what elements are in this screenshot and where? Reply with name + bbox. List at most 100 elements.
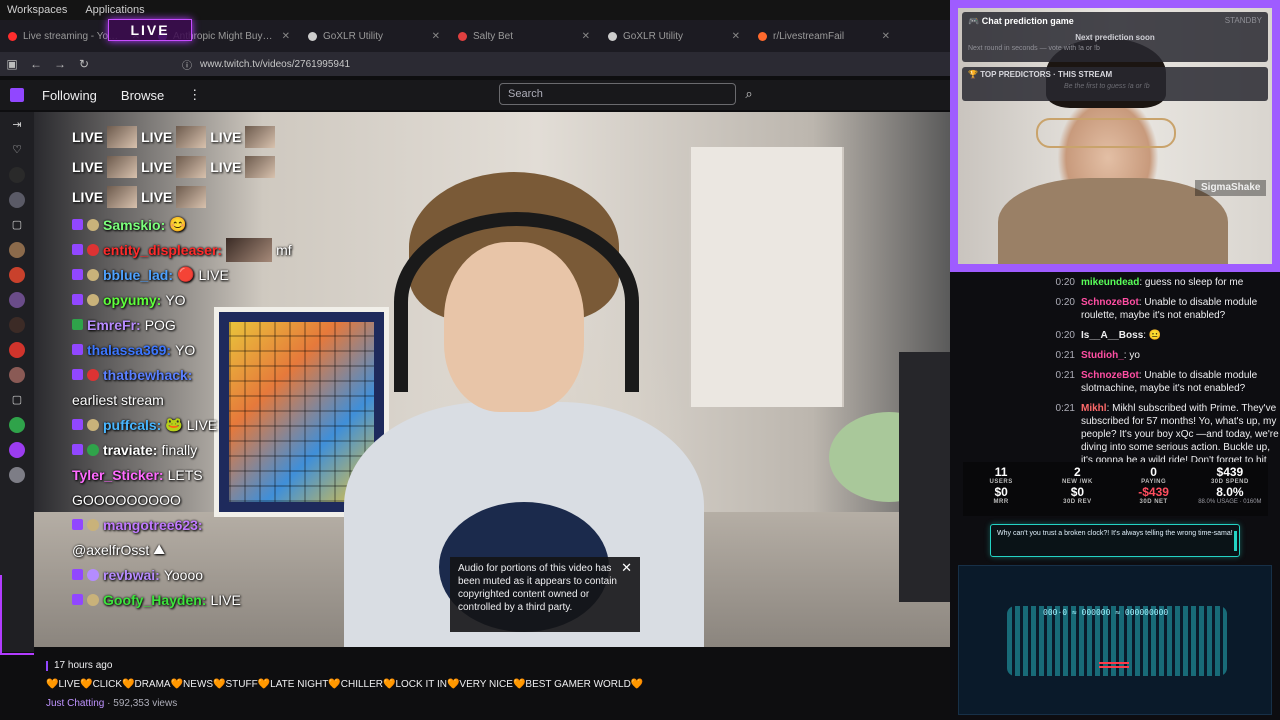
video-scene-door: [689, 147, 844, 407]
emote-icon: ⛰: [153, 541, 165, 557]
browser-tab[interactable]: GoXLR Utility ✕: [300, 23, 450, 49]
emote-icon: 😐: [1148, 330, 1162, 341]
url-field[interactable]: ⓘ www.twitch.tv/videos/2761995941: [182, 57, 350, 72]
channel-avatar[interactable]: [0, 237, 34, 262]
joke-ticker: Why can't you trust a broken clock?! It'…: [990, 524, 1240, 557]
chat-badge-icon: [87, 418, 99, 431]
prediction-status: STANDBY: [1224, 16, 1262, 25]
chat-message: earliest stream: [72, 391, 164, 408]
browser-tab[interactable]: r/LivestreamFail ✕: [750, 23, 900, 49]
channel-avatar[interactable]: [0, 412, 34, 437]
emote-spam-row: LIVE LIVE: [72, 182, 372, 212]
more-menu-icon[interactable]: ⋮: [188, 87, 201, 103]
chat-badge-icon: [87, 518, 99, 531]
chat-badge-icon: [87, 218, 99, 231]
chat-message: puffcals: 🐸 LIVE: [72, 412, 372, 437]
channel-avatar[interactable]: [0, 337, 34, 362]
chat-badge-icon: [72, 569, 83, 580]
twitch-side-nav: ⇥ ♡ ▢ ▢: [0, 112, 34, 652]
cam-username-label: SigmaShake: [1195, 180, 1267, 196]
channel-avatar[interactable]: [0, 162, 34, 187]
saltybet-favicon-icon: [458, 31, 467, 41]
muted-audio-notice: Audio for portions of this video has bee…: [450, 557, 640, 632]
keyboard-key-highlight: [1099, 662, 1129, 664]
chat-badge-icon: [87, 293, 99, 306]
chat-message: Tyler_Sticker: LETS: [72, 466, 203, 483]
sidebar-glow-border: [0, 575, 34, 655]
video-info: 17 hours ago 🧡LIVE🧡CLICK🧡DRAMA🧡NEWS🧡STUF…: [34, 652, 950, 720]
close-tab-icon[interactable]: ✕: [282, 31, 290, 42]
chat-badge-icon: [72, 519, 83, 530]
stat-paying: 0 PAYING -$439 30D NET: [1138, 465, 1169, 505]
following-link[interactable]: Following: [42, 88, 97, 103]
applications-menu[interactable]: Applications: [85, 4, 144, 16]
chat-message: 0:20 mikeundead: guess no sleep for me: [1055, 277, 1244, 288]
live-overlay-badge: LIVE: [108, 19, 192, 41]
close-tab-icon[interactable]: ✕: [732, 31, 740, 42]
top-predictors-widget: 🏆 TOP PREDICTORS · THIS STREAM Be the fi…: [962, 67, 1268, 101]
close-tab-icon[interactable]: ✕: [432, 31, 440, 42]
back-icon[interactable]: ←: [24, 57, 48, 71]
top-predictors-empty: Be the first to guess !a or !b: [1064, 83, 1150, 90]
muted-notice-text: Audio for portions of this video has bee…: [458, 563, 617, 613]
youtube-favicon-icon: [8, 31, 17, 41]
channel-avatar[interactable]: [0, 437, 34, 462]
channel-avatar[interactable]: [0, 287, 34, 312]
prediction-next: Next prediction soon: [1075, 33, 1155, 42]
prediction-title: 🎮 Chat prediction game: [968, 16, 1074, 26]
chat-message: EmreFr: POG: [72, 312, 372, 337]
heart-icon[interactable]: ♡: [0, 137, 34, 162]
close-icon[interactable]: ✕: [621, 561, 632, 574]
video-scene-chair: [899, 352, 950, 602]
url-text: www.twitch.tv/videos/2761995941: [200, 58, 351, 70]
channel-avatar[interactable]: [0, 312, 34, 337]
tab-title: Salty Bet: [473, 30, 514, 42]
video-category-line: Just Chatting · 592,353 views: [46, 698, 178, 709]
browser-tab[interactable]: GoXLR Utility ✕: [600, 23, 750, 49]
chat-badge-icon: [72, 244, 83, 255]
forward-icon[interactable]: →: [48, 57, 72, 71]
prediction-hint: Next round in seconds — vote with !a or …: [968, 45, 1100, 52]
workspaces-menu[interactable]: Workspaces: [7, 4, 67, 16]
video-icon[interactable]: ▢: [0, 387, 34, 412]
channel-avatar[interactable]: [0, 462, 34, 487]
site-info-icon[interactable]: ⓘ: [182, 57, 192, 72]
stat-spend: $439 30D SPEND 8.0% 88.0% USAGE · 0160M: [1198, 465, 1262, 505]
chat-badge-icon: [72, 294, 83, 305]
emote-icon: 😊: [169, 216, 187, 232]
emote-icon: 🔴: [177, 266, 195, 282]
goxlr-favicon-icon: [308, 31, 317, 41]
video-chat-overlay: LIVE LIVE LIVE LIVE LIVE LIVE LIVE LIVE Samsk…: [72, 122, 372, 612]
channel-avatar[interactable]: [0, 362, 34, 387]
close-tab-icon[interactable]: ✕: [882, 31, 890, 42]
video-age: 17 hours ago: [46, 660, 938, 671]
search-icon[interactable]: ⌕: [739, 83, 759, 105]
search-input[interactable]: Search: [499, 83, 736, 105]
chat-message: bblue_lad: 🔴 LIVE: [72, 262, 372, 287]
chat-badge-icon: [87, 368, 99, 381]
chat-message: 0:21 Studioh_: yo: [1055, 350, 1140, 361]
close-tab-icon[interactable]: ✕: [582, 31, 590, 42]
category-link[interactable]: Just Chatting: [46, 698, 104, 709]
channel-avatar[interactable]: [0, 262, 34, 287]
channel-avatar[interactable]: [0, 187, 34, 212]
video-icon[interactable]: ▢: [0, 212, 34, 237]
chat-message: 0:21 Mikhl: Mikhl subscribed with Prime. …: [1055, 403, 1279, 464]
sidebar-toggle-icon[interactable]: ▣: [0, 57, 24, 71]
twitch-logo-icon[interactable]: [0, 88, 34, 102]
stat-users: 11 USERS $0 MRR: [989, 465, 1013, 505]
address-bar: ▣ ← → ↻ ⓘ www.twitch.tv/videos/276199594…: [0, 52, 950, 76]
video-player[interactable]: LIVE LIVE LIVE LIVE LIVE LIVE LIVE LIVE Samsk…: [34, 112, 950, 647]
keyboard-readout: 000·0 ≈ 000000 ≈ 000000000: [1043, 608, 1169, 617]
browse-link[interactable]: Browse: [121, 88, 164, 103]
chat-badge-icon: [72, 444, 83, 455]
desktop-menu-bar: Workspaces Applications: [0, 0, 950, 20]
chat-badge-icon: [87, 593, 99, 606]
chat-message: mangotree623:: [72, 512, 372, 537]
chat-message: thatbewhack:: [72, 362, 372, 387]
chat-badge-icon: [87, 568, 99, 581]
chat-message: 0:20 Is__A__Boss: 😐: [1055, 330, 1162, 341]
reload-icon[interactable]: ↻: [72, 57, 96, 71]
browser-tab[interactable]: Salty Bet ✕: [450, 23, 600, 49]
expand-sidebar-icon[interactable]: ⇥: [0, 112, 34, 137]
